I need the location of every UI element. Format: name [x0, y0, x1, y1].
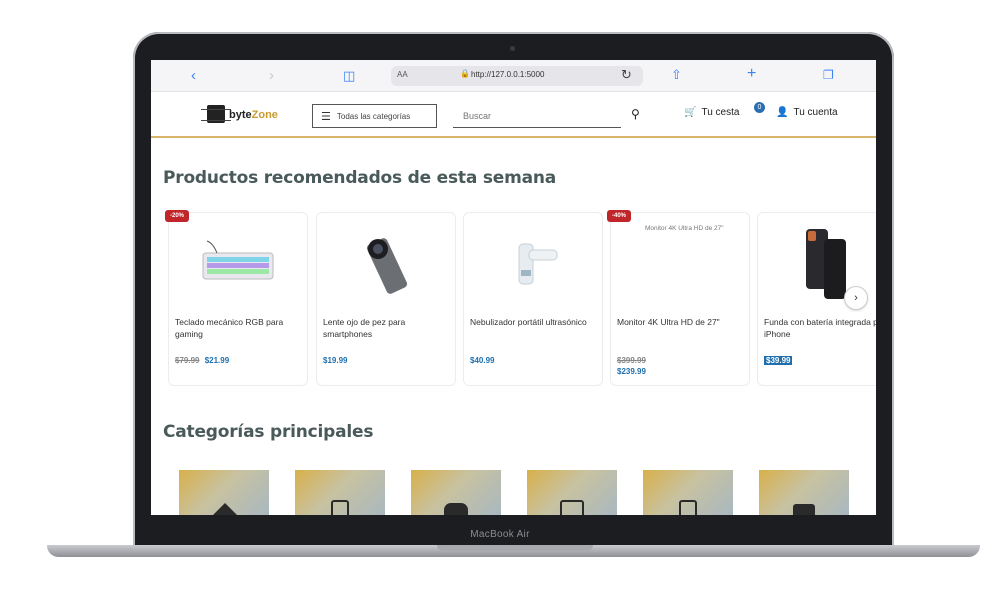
price: $19.99: [323, 356, 348, 365]
product-prices: $399.99 $239.99: [617, 355, 747, 377]
category-tile[interactable]: [295, 470, 385, 515]
cart-link[interactable]: 🛒 Tu cesta: [684, 107, 739, 118]
search-input[interactable]: [453, 104, 621, 128]
old-price: $399.99: [617, 356, 646, 365]
menu-icon: ☰: [321, 110, 331, 123]
keyboard-image: [189, 225, 289, 303]
category-tile[interactable]: [179, 470, 269, 515]
section-title-products: Productos recomendados de esta semana: [163, 168, 557, 188]
share-icon[interactable]: ⇧: [671, 67, 682, 83]
nebulizer-image: [484, 225, 584, 303]
cart-label: Tu cesta: [701, 107, 740, 118]
site-header: byteZone ☰ Todas las categorías ⚲ 🛒 Tu c…: [151, 93, 876, 138]
product-card[interactable]: Lente ojo de pez para smartphones $19.99: [316, 212, 456, 386]
chip-icon: [201, 105, 231, 123]
all-categories-button[interactable]: ☰ Todas las categorías: [312, 104, 437, 128]
home-icon: [213, 503, 237, 515]
price: $40.99: [470, 356, 495, 365]
price: $239.99: [617, 367, 646, 376]
logo-text-accent: Zone: [251, 109, 278, 121]
cart-count-badge: 0: [754, 102, 765, 113]
old-price: $79.99: [175, 356, 200, 365]
product-name[interactable]: Teclado mecánico RGB para gaming: [175, 316, 307, 340]
lock-icon: 🔒: [460, 69, 470, 78]
user-icon: 👤: [776, 107, 789, 118]
device-label: MacBook Air: [470, 529, 530, 540]
gamepad-icon: [444, 503, 468, 515]
search-icon[interactable]: ⚲: [631, 107, 640, 121]
chevron-left-icon[interactable]: ‹: [191, 68, 196, 84]
price: $21.99: [204, 356, 230, 365]
logo-text-dark: byte: [229, 109, 252, 121]
product-name[interactable]: Funda con batería integrada para iPhone: [764, 316, 876, 340]
cart-icon: 🛒: [684, 107, 697, 118]
category-tile[interactable]: [527, 470, 617, 515]
product-name[interactable]: Nebulizador portátil ultrasónico: [470, 316, 602, 328]
logo[interactable]: byteZone: [197, 99, 297, 131]
category-tile[interactable]: [411, 470, 501, 515]
category-tile[interactable]: [643, 470, 733, 515]
all-categories-label: Todas las categorías: [336, 111, 411, 121]
product-prices: $79.99 $21.99: [175, 355, 305, 366]
discount-badge: -20%: [165, 210, 190, 222]
watch-icon: [679, 500, 697, 515]
logo-text: byteZone: [229, 109, 278, 121]
product-name[interactable]: Monitor 4K Ultra HD de 27": [617, 316, 749, 328]
price: $39.99: [764, 356, 793, 365]
product-card[interactable]: Monitor 4K Ultra HD de 27" Monitor 4K Ul…: [610, 212, 750, 386]
lens-image: [337, 225, 437, 303]
product-name[interactable]: Lente ojo de pez para smartphones: [323, 316, 455, 340]
chevron-right-icon[interactable]: ›: [269, 68, 274, 84]
url-text[interactable]: http://127.0.0.1:5000: [471, 70, 544, 79]
plus-icon[interactable]: +: [747, 66, 756, 82]
camera-icon: [793, 504, 815, 515]
product-card[interactable]: Teclado mecánico RGB para gaming $79.99 …: [168, 212, 308, 386]
laptop-notch: [437, 545, 593, 551]
webcam: [510, 46, 515, 51]
discount-badge: -40%: [607, 210, 632, 222]
monitor-image-alt: Monitor 4K Ultra HD de 27": [645, 225, 724, 232]
account-label: Tu cuenta: [793, 107, 838, 118]
product-prices: $40.99: [470, 355, 600, 366]
reader-button[interactable]: AA: [397, 70, 408, 79]
product-prices: $39.99: [764, 355, 876, 366]
category-tile[interactable]: [759, 470, 849, 515]
carousel-next-button[interactable]: ›: [844, 286, 868, 310]
account-link[interactable]: 👤 Tu cuenta: [776, 107, 838, 118]
tabs-icon[interactable]: ❐: [823, 67, 834, 83]
reload-icon[interactable]: ↻: [621, 67, 632, 83]
screen: ‹ › ◫ AA 🔒 http://127.0.0.1:5000 ↻ ⇧ + ❐…: [151, 60, 876, 515]
browser-toolbar: ‹ › ◫ AA 🔒 http://127.0.0.1:5000 ↻ ⇧ + ❐: [151, 60, 876, 92]
laptop-icon: [560, 500, 584, 515]
laptop-frame: MacBook Air ‹ › ◫ AA 🔒 http://127.0.0.1:…: [0, 0, 1000, 600]
section-title-categories: Categorías principales: [163, 422, 374, 442]
book-icon[interactable]: ◫: [343, 68, 355, 84]
product-card[interactable]: Nebulizador portátil ultrasónico $40.99: [463, 212, 603, 386]
tablet-icon: [331, 500, 349, 515]
product-prices: $19.99: [323, 355, 453, 366]
